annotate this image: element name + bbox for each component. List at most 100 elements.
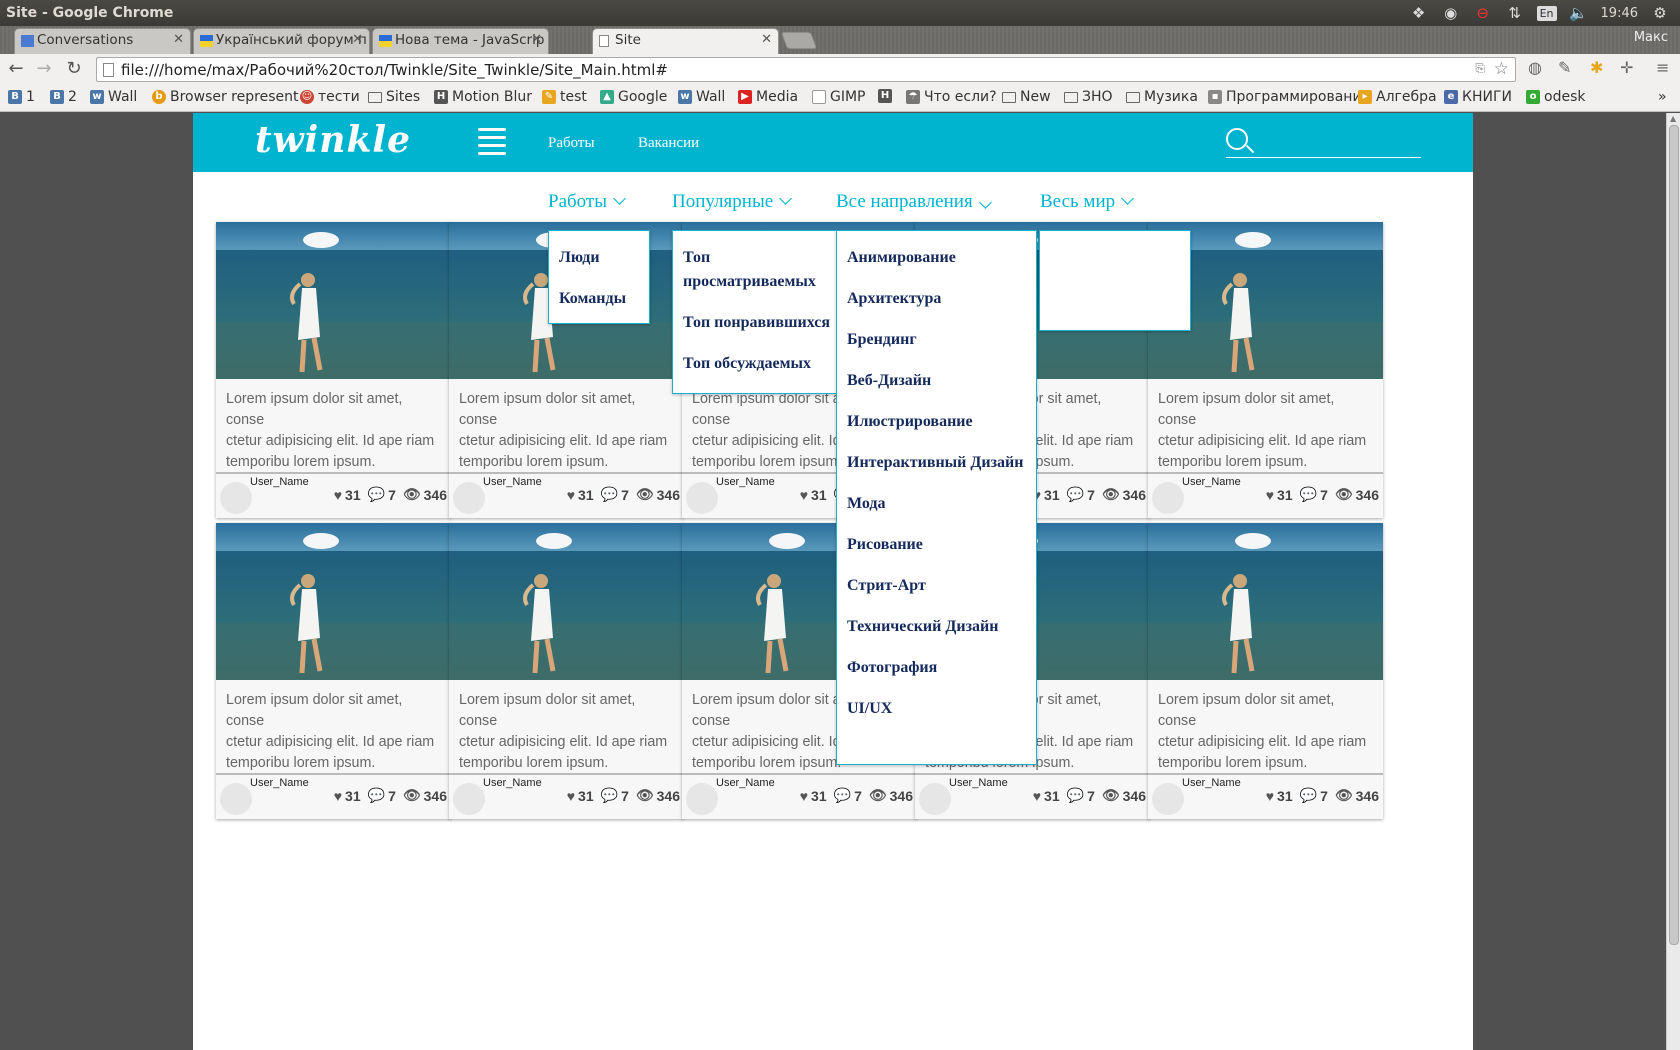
bookmark-item[interactable]: ☂ Что если?	[906, 89, 997, 105]
menu-item-animation[interactable]: Анимирование	[847, 246, 956, 270]
comment-icon[interactable]: 💬	[368, 787, 385, 804]
volume-icon[interactable]: 🔈	[1569, 3, 1589, 23]
menu-item-drawing[interactable]: Рисование	[847, 533, 923, 557]
close-tab-icon[interactable]: ✕	[352, 32, 363, 47]
heart-icon[interactable]: ♥	[1266, 788, 1274, 804]
bookmark-item[interactable]: B1	[8, 89, 35, 105]
heart-icon[interactable]: ♥	[1033, 788, 1041, 804]
bookmark-item[interactable]: w Wall	[678, 89, 725, 105]
avatar[interactable]	[220, 783, 252, 815]
avatar[interactable]	[686, 783, 718, 815]
comment-icon[interactable]: 💬	[368, 486, 385, 503]
heart-icon[interactable]: ♥	[1266, 487, 1274, 503]
network-icon[interactable]: ⇅	[1505, 3, 1525, 23]
dropbox-icon[interactable]: ❖	[1409, 3, 1429, 23]
comment-icon[interactable]: 💬	[601, 486, 618, 503]
hamburger-menu-icon[interactable]	[478, 128, 506, 158]
tab-site[interactable]: Site ✕	[592, 28, 779, 54]
bookmark-item[interactable]: ЗНО	[1064, 89, 1113, 105]
menu-item-ui-ux[interactable]: UI/UX	[847, 697, 892, 721]
bookmark-item[interactable]: H Motion Blur	[434, 89, 532, 105]
work-thumbnail[interactable]	[449, 523, 684, 680]
eyedropper-icon[interactable]: ✎	[1558, 58, 1571, 77]
scrollbar-thumb[interactable]	[1669, 125, 1679, 945]
heart-icon[interactable]: ♥	[334, 788, 342, 804]
work-card[interactable]: Lorem ipsum dolor sit amet, conse ctetur …	[1148, 523, 1383, 819]
bookmarks-overflow-icon[interactable]: »	[1658, 89, 1667, 105]
comment-icon[interactable]: 💬	[834, 787, 851, 804]
bookmark-item[interactable]: ▪ Программировани	[1208, 89, 1362, 105]
bookmark-item[interactable]: New	[1002, 89, 1051, 105]
avatar[interactable]	[453, 482, 485, 514]
page-scrollbar[interactable]: ▲	[1666, 113, 1680, 1050]
user-name[interactable]: User_Name	[1182, 476, 1241, 488]
heart-icon[interactable]: ♥	[567, 487, 575, 503]
comment-icon[interactable]: 💬	[1067, 787, 1084, 804]
user-name[interactable]: User_Name	[716, 777, 775, 789]
puzzle-icon[interactable]: ✱	[1590, 58, 1603, 77]
work-card[interactable]: Lorem ipsum dolor sit amet, conse ctetur …	[449, 523, 684, 819]
tab-conversations[interactable]: Conversations ✕	[14, 28, 191, 54]
keyboard-layout[interactable]: En	[1536, 5, 1557, 21]
work-thumbnail[interactable]	[216, 523, 451, 680]
avatar[interactable]	[453, 783, 485, 815]
menu-item-street-art[interactable]: Стрит-Арт	[847, 574, 926, 598]
nav-link-works[interactable]: Работы	[548, 135, 595, 152]
forward-arrow-icon[interactable]: →	[32, 58, 56, 80]
bookmark-item[interactable]: ▸ Алгебра	[1358, 89, 1437, 105]
heart-icon[interactable]: ♥	[800, 788, 808, 804]
work-thumbnail[interactable]	[216, 222, 451, 379]
heart-icon[interactable]: ♥	[800, 487, 808, 503]
scroll-up-icon[interactable]: ▲	[1670, 114, 1676, 123]
heart-icon[interactable]: ♥	[334, 487, 342, 503]
user-name[interactable]: User_Name	[250, 777, 309, 789]
work-card[interactable]: Lorem ipsum dolor sit amet, conse ctetur …	[216, 222, 451, 518]
filter-directions[interactable]: Все направления	[836, 191, 992, 213]
menu-item-interactive-design[interactable]: Интерактивный Дизайн	[847, 451, 1023, 475]
menu-item-illustration[interactable]: Илюстрирование	[847, 410, 973, 434]
extension-icon[interactable]: ◍	[1528, 58, 1542, 77]
avatar[interactable]	[1152, 783, 1184, 815]
new-tab-button[interactable]	[780, 32, 818, 49]
menu-item-top-liked[interactable]: Топ понравившихся	[683, 311, 830, 335]
bookmark-item[interactable]: GIMP	[812, 89, 866, 105]
no-entry-icon[interactable]: ⊖	[1473, 3, 1493, 23]
avatar[interactable]	[220, 482, 252, 514]
bookmark-item[interactable]: ▲ Google	[600, 89, 667, 105]
profile-name[interactable]: Макс	[1634, 30, 1668, 45]
bookmark-item[interactable]: o odesk	[1526, 89, 1585, 105]
filter-world[interactable]: Весь мир	[1040, 191, 1134, 213]
avatar[interactable]	[1152, 482, 1184, 514]
bookmark-item[interactable]: B2	[50, 89, 77, 105]
user-name[interactable]: User_Name	[716, 476, 775, 488]
menu-item-web-design[interactable]: Веб-Дизайн	[847, 369, 931, 393]
close-tab-icon[interactable]: ✕	[761, 32, 772, 47]
site-logo[interactable]: twinkle	[255, 119, 411, 161]
nav-link-vacancies[interactable]: Вакансии	[638, 135, 699, 152]
user-name[interactable]: User_Name	[949, 777, 1008, 789]
bookmark-item[interactable]: ▶ Media	[738, 89, 798, 105]
menu-item-fashion[interactable]: Мода	[847, 492, 886, 516]
menu-icon[interactable]: ≡	[1656, 58, 1669, 77]
work-card[interactable]: Lorem ipsum dolor sit amet, conse ctetur …	[216, 523, 451, 819]
close-tab-icon[interactable]: ✕	[531, 32, 542, 47]
bookmark-item[interactable]: w Wall	[90, 89, 137, 105]
menu-item-branding[interactable]: Брендинг	[847, 328, 917, 352]
menu-item-teams[interactable]: Команды	[559, 287, 626, 311]
work-thumbnail[interactable]	[1148, 523, 1383, 680]
menu-item-architecture[interactable]: Архитектура	[847, 287, 941, 311]
comment-icon[interactable]: 💬	[1067, 486, 1084, 503]
bookmark-item[interactable]: b Browser represent	[152, 89, 298, 105]
search-input[interactable]	[1258, 130, 1418, 154]
comment-icon[interactable]: 💬	[601, 787, 618, 804]
reload-icon[interactable]: ↻	[62, 58, 86, 80]
bookmark-item[interactable]: Sites	[368, 89, 420, 105]
user-name[interactable]: User_Name	[1182, 777, 1241, 789]
close-tab-icon[interactable]: ✕	[173, 32, 184, 47]
address-bar[interactable]: file:///home/max/Рабочий%20стол/Twinkle/…	[96, 57, 1516, 82]
bookmark-item[interactable]: H	[878, 89, 892, 103]
search-icon[interactable]	[1226, 128, 1248, 150]
menu-item-people[interactable]: Люди	[559, 246, 600, 270]
gear-icon[interactable]: ⚙	[1650, 3, 1670, 23]
menu-item-technical-design[interactable]: Технический Дизайн	[847, 615, 998, 639]
